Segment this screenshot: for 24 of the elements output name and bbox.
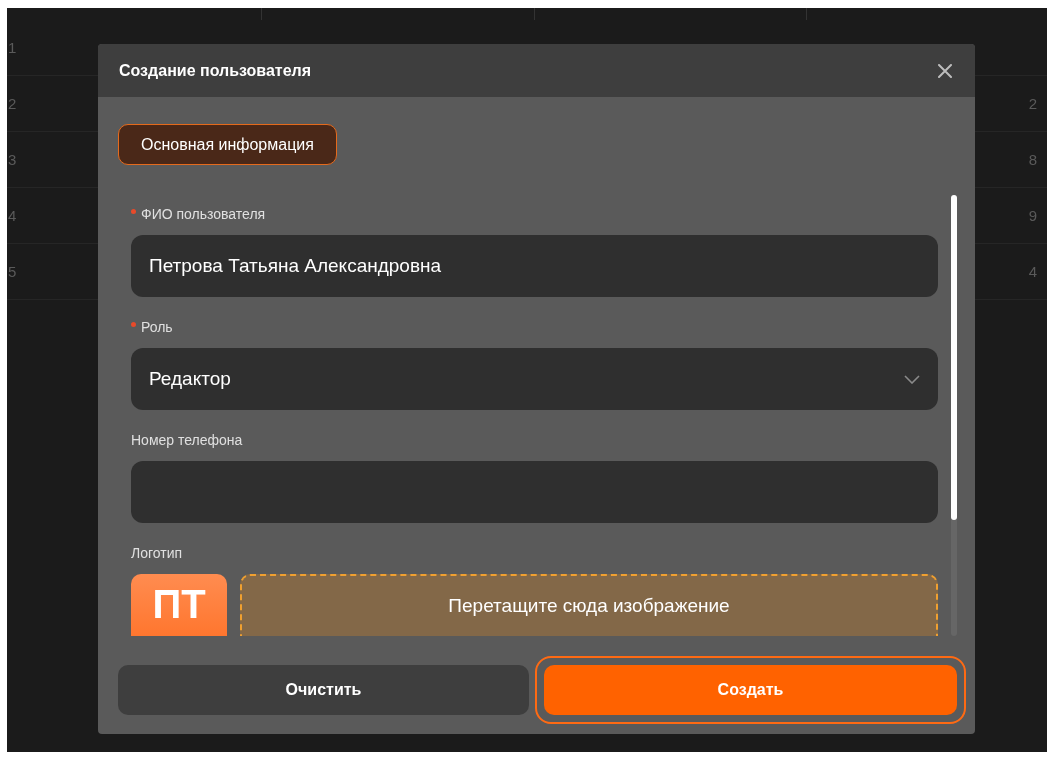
table-cell: 8 — [1028, 151, 1037, 168]
close-icon[interactable] — [938, 63, 952, 78]
field-label: ФИО пользователя — [141, 206, 266, 222]
button[interactable]: Очистить — [118, 665, 529, 715]
field-label: Номер телефона — [131, 432, 243, 448]
logo-tile: ПТ — [131, 574, 227, 636]
field-label: Роль — [141, 319, 173, 335]
table-cell: 4 — [1028, 263, 1037, 280]
select-field[interactable]: Редактор — [131, 348, 938, 410]
input-field[interactable] — [131, 461, 938, 523]
chevron-down-icon — [904, 374, 920, 384]
tab[interactable]: Основная информация — [118, 124, 337, 165]
field-label: Логотип — [131, 545, 183, 561]
scrollbar[interactable] — [951, 195, 957, 636]
row-number: 1 — [8, 39, 17, 56]
table-cell: 2 — [1028, 95, 1037, 112]
row-number: 5 — [8, 263, 17, 280]
row-number: 3 — [8, 151, 17, 168]
dropzone[interactable]: Перетащите сюда изображение — [240, 574, 938, 636]
input-field[interactable]: Петрова Татьяна Александровна — [131, 235, 938, 297]
table-cell: 9 — [1028, 207, 1037, 224]
dialog-title: Создание пользователя — [119, 61, 312, 80]
row-number: 2 — [8, 95, 17, 112]
row-number: 4 — [8, 207, 17, 224]
